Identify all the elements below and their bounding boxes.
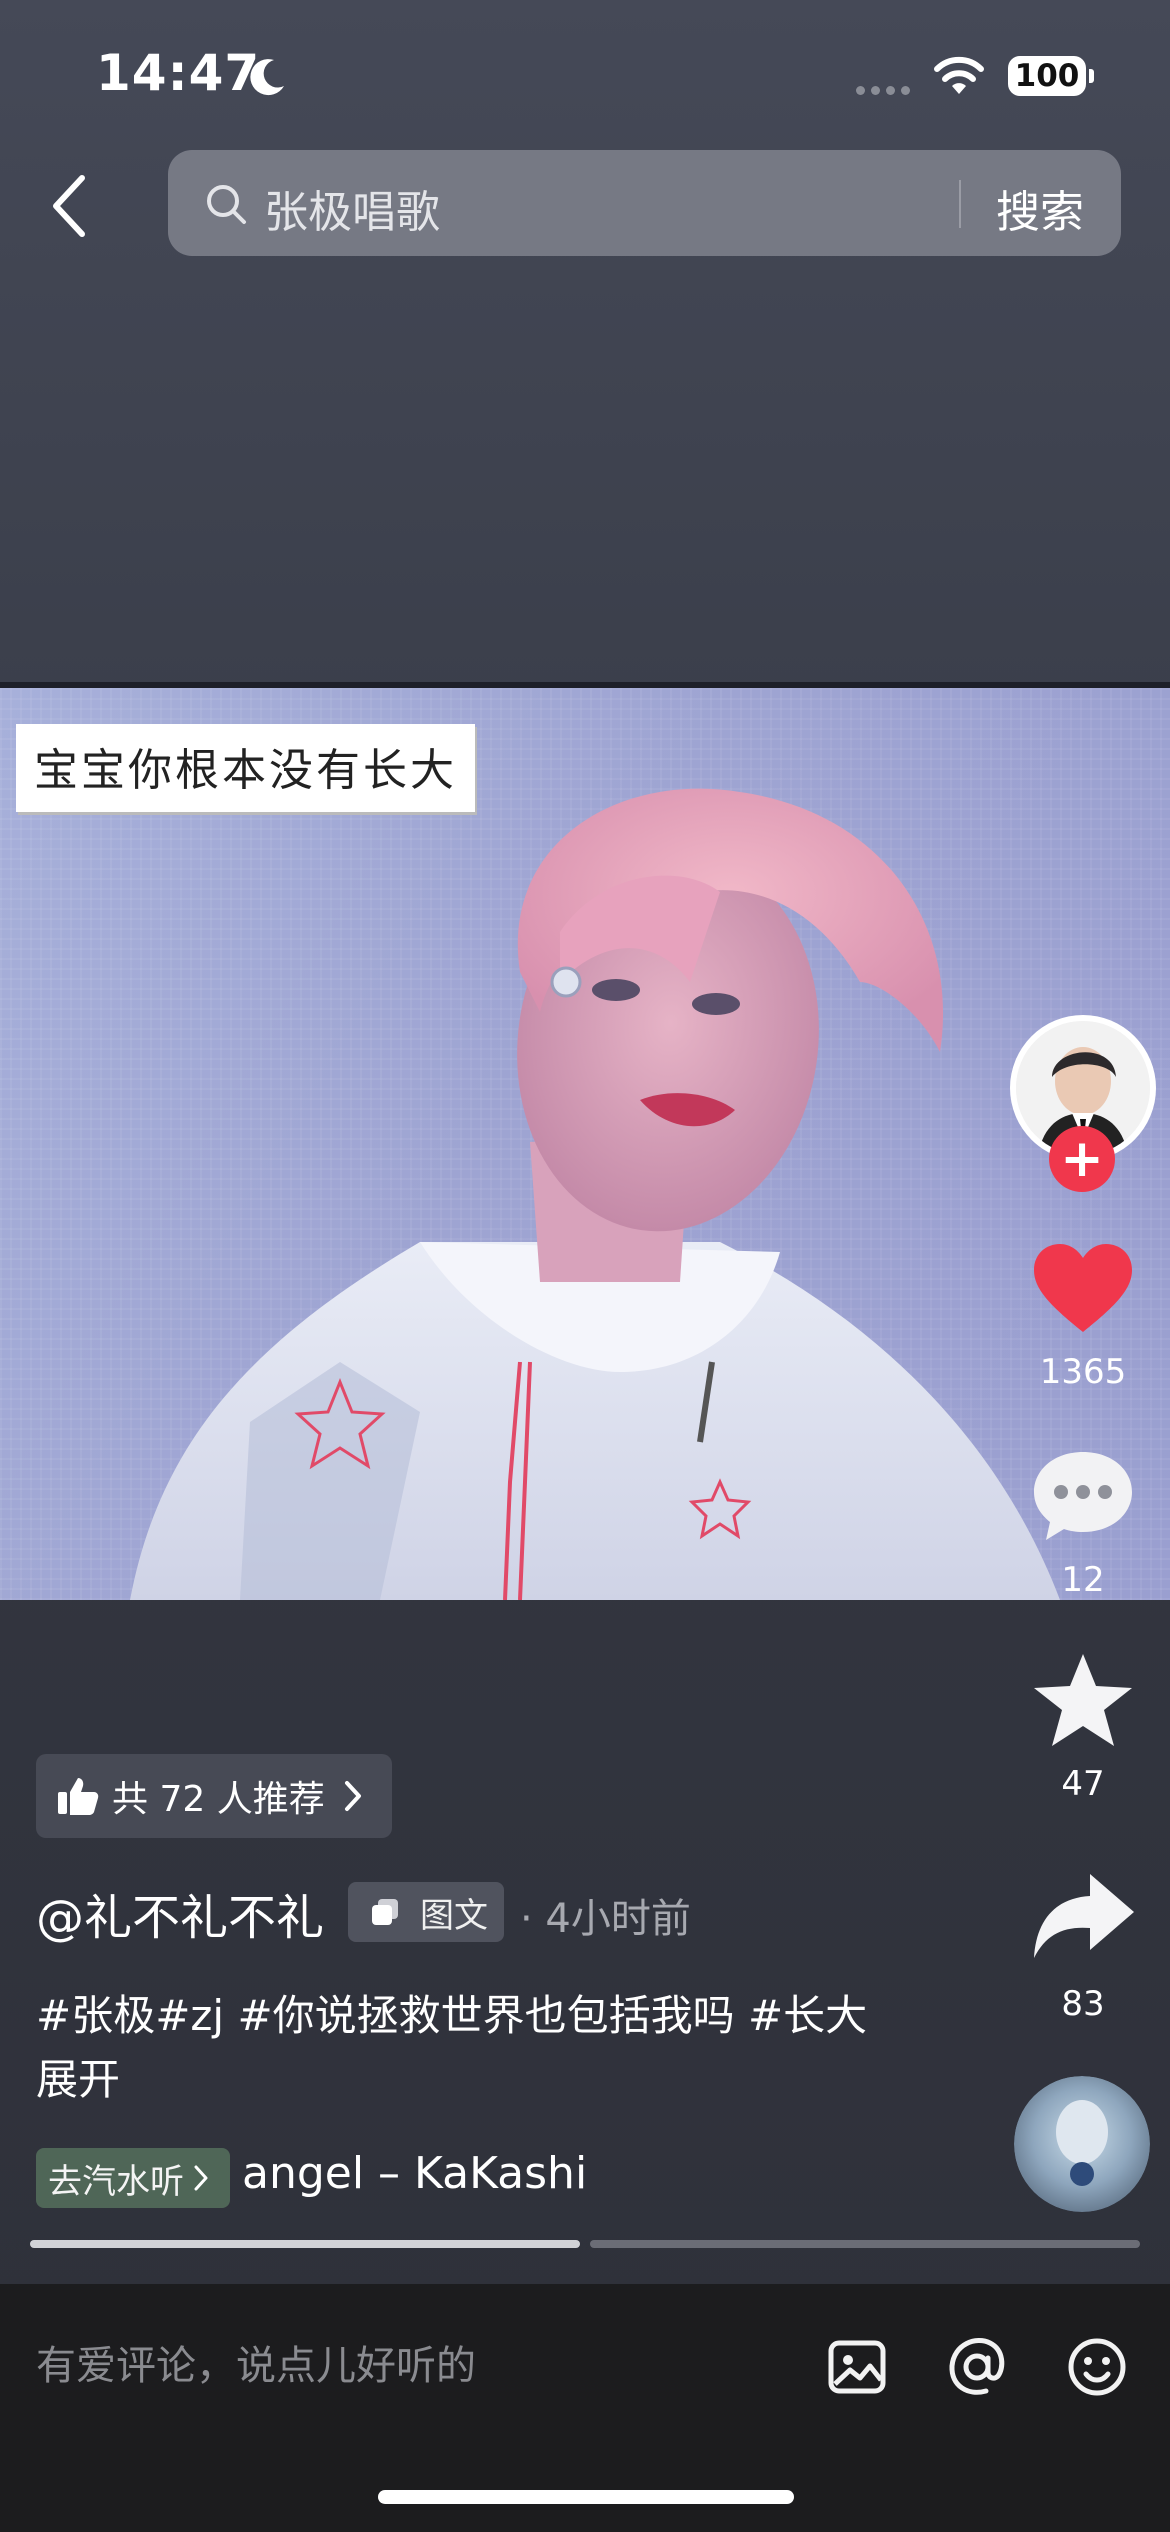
like-count: 1365 [1039,1352,1127,1392]
share-count: 83 [1061,1984,1105,2024]
moon-icon [250,59,284,96]
favorite-star-icon[interactable] [1028,1650,1138,1750]
post-image[interactable] [0,682,1170,1600]
at-icon[interactable] [946,2336,1008,2398]
image-indicator-2 [590,2240,1140,2248]
image-caption: 宝宝你根本没有长大 [16,724,475,812]
post-type-tag: 图文 [348,1882,504,1942]
search-icon [207,185,246,224]
recommend-pill[interactable]: 共 72 人推荐 [36,1754,392,1838]
post-time: · 4小时前 [520,1896,691,1942]
comment-input[interactable] [36,2336,776,2396]
post-type-label: 图文 [420,1895,488,1936]
music-open-label: 去汽水听 [48,2161,184,2202]
recommend-label: 共 72 人推荐 [112,1779,325,1820]
search-query[interactable]: 张极唱歌 [264,176,440,240]
follow-button[interactable]: + [1049,1126,1115,1192]
search-button[interactable]: 搜索 [996,176,1084,240]
comment-icon[interactable] [1028,1444,1138,1544]
post-hashtags[interactable]: #张极#zj #你说拯救世界也包括我吗 #长大 [36,1982,896,2043]
image-indicator-1 [30,2240,580,2248]
thumbs-up-icon [58,1778,99,1815]
expand-button[interactable]: 展开 [36,2046,120,2107]
favorite-count: 47 [1061,1764,1105,1804]
search-divider [959,180,961,228]
share-icon[interactable] [1028,1868,1138,1968]
emoji-icon[interactable] [1066,2336,1128,2398]
chevron-right-icon [194,2165,208,2191]
comment-count: 12 [1061,1560,1105,1600]
battery-icon: 100 [1008,56,1086,96]
battery-tip [1089,69,1094,83]
like-icon[interactable] [1028,1240,1138,1340]
music-title[interactable]: angel – KaKashi [242,2148,587,2199]
music-disc[interactable] [1014,2076,1150,2212]
author-name[interactable]: @礼不礼不礼 [36,1878,324,1948]
gallery-icon [372,1899,398,1925]
image-top-border [0,682,1170,688]
status-time: 14:47 [96,44,261,102]
back-arrow-icon[interactable] [44,170,96,242]
chevron-right-icon [344,1781,361,1811]
home-indicator[interactable] [378,2490,794,2504]
image-icon[interactable] [826,2336,888,2398]
signal-icon [856,86,910,95]
post-image-illustration [130,788,1060,1600]
music-open-button[interactable]: 去汽水听 [36,2148,230,2208]
wifi-icon [934,56,984,94]
